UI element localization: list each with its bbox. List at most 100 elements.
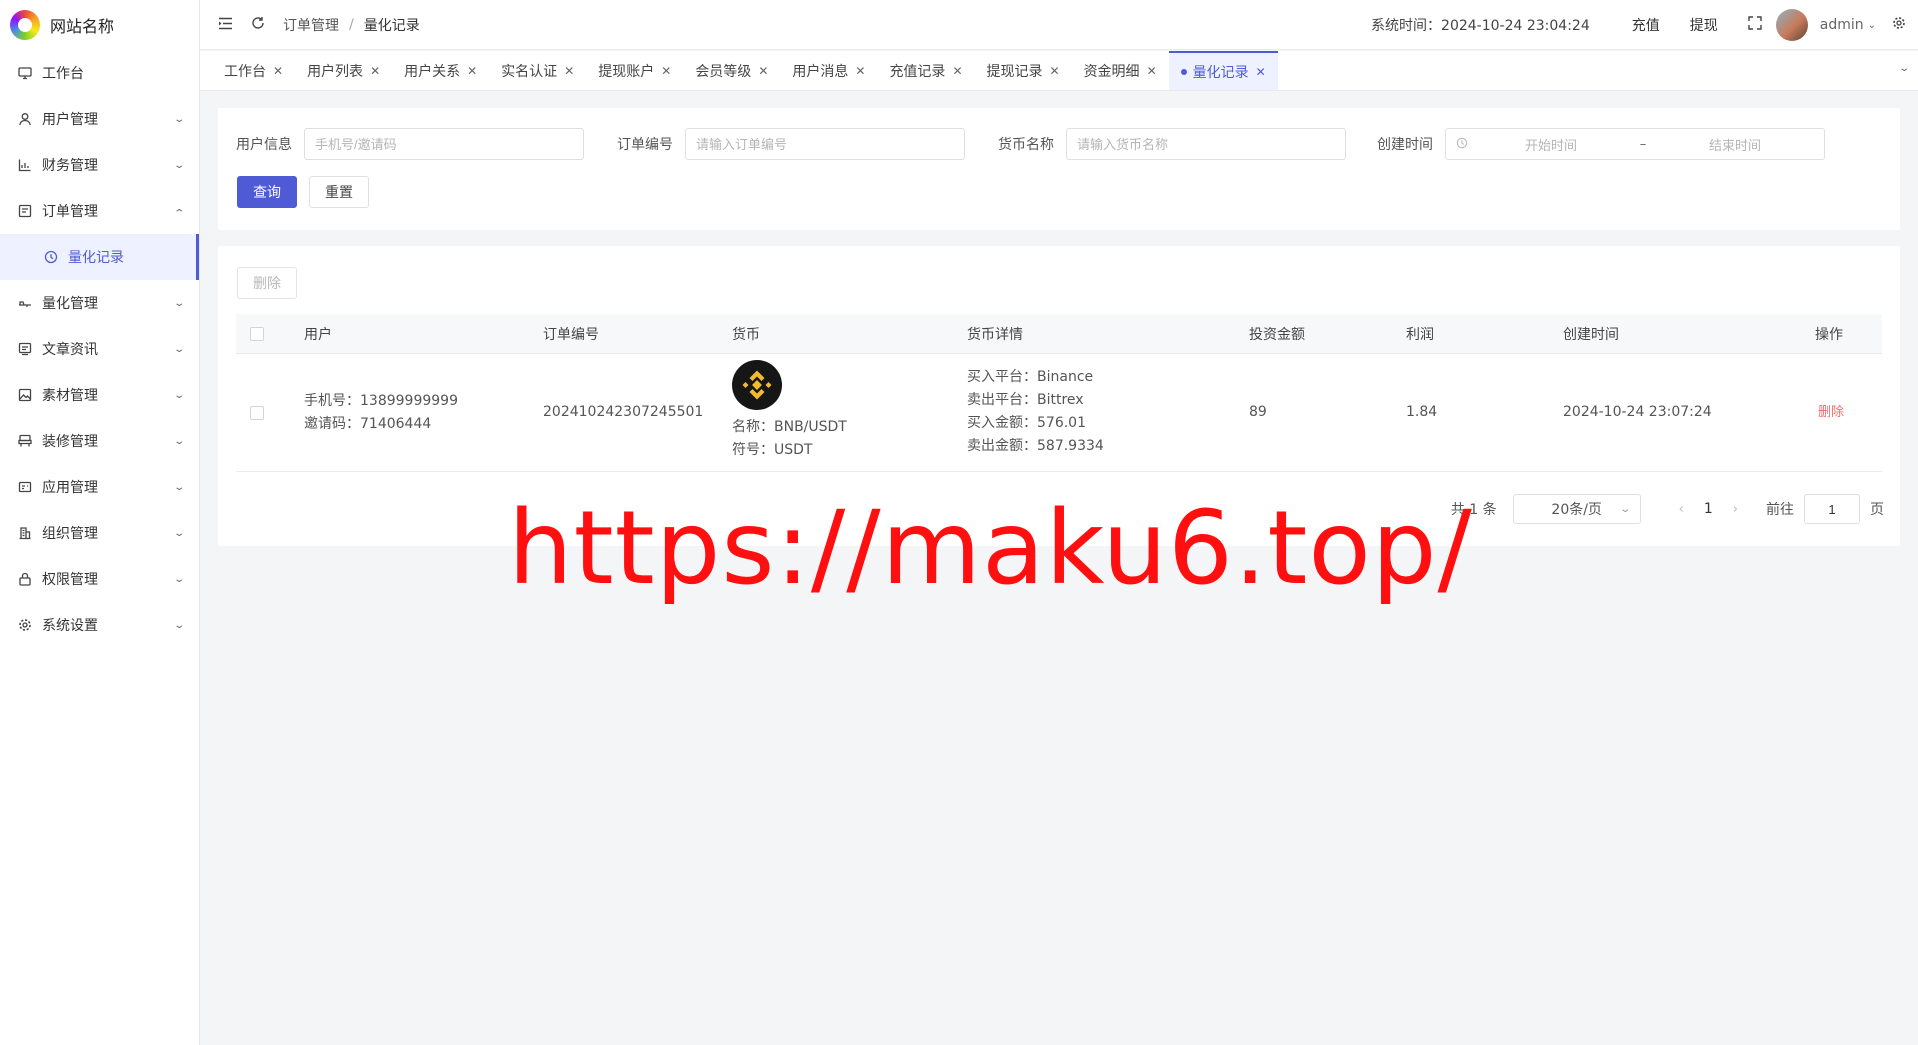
tab-user-messages[interactable]: 用户消息 ✕ [780, 51, 877, 90]
tab-withdraw-records[interactable]: 提现记录 ✕ [975, 51, 1072, 90]
select-all-checkbox[interactable] [250, 327, 264, 341]
sidebar-item-label: 素材管理 [42, 388, 98, 404]
tab-fund-details[interactable]: 资金明细 ✕ [1072, 51, 1169, 90]
row-checkbox[interactable] [250, 406, 264, 420]
tab-label: 量化记录 [1192, 64, 1249, 81]
breadcrumb-current: 量化记录 [363, 17, 420, 34]
user-name[interactable]: admin [1820, 17, 1864, 33]
next-page-icon[interactable]: › [1733, 502, 1738, 517]
jump-page-input[interactable] [1804, 494, 1860, 524]
start-time-input[interactable]: 开始时间 [1476, 135, 1626, 154]
delete-row-link[interactable]: 删除 [1818, 405, 1844, 420]
created-time-label: 创建时间 [1377, 137, 1433, 153]
chevron-down-icon: ⌄ [172, 435, 185, 447]
top-header: 订单管理 / 量化记录 系统时间：2024-10-24 23:04:24 充值 … [200, 0, 1918, 50]
col-header-profit: 利润 [1406, 327, 1434, 343]
tab-label: 用户消息 [792, 63, 849, 80]
actions-cell: 删除 [1818, 401, 1844, 424]
decor-icon [18, 434, 32, 448]
order-no-input[interactable] [685, 128, 965, 160]
page-number[interactable]: 1 [1704, 501, 1713, 517]
sidebar-item-finance[interactable]: 财务管理 ⌄ [0, 142, 199, 188]
user-info-label: 用户信息 [236, 137, 292, 153]
tab-member-levels[interactable]: 会员等级 ✕ [683, 51, 780, 90]
clock-icon [1456, 137, 1468, 152]
order-icon [18, 204, 32, 218]
chart-icon [18, 158, 32, 172]
sidebar-item-quant-management[interactable]: 量化管理 ⌄ [0, 280, 199, 326]
sidebar-item-settings[interactable]: 系统设置 ⌄ [0, 602, 199, 648]
breadcrumb-item[interactable]: 订单管理 [283, 15, 339, 35]
prev-page-icon[interactable]: ‹ [1679, 502, 1684, 517]
sidebar-item-articles[interactable]: 文章资讯 ⌄ [0, 326, 199, 372]
close-icon[interactable]: ✕ [855, 64, 865, 78]
system-time-label: 系统时间： [1371, 18, 1442, 34]
withdraw-link[interactable]: 提现 [1690, 15, 1718, 35]
tab-user-relations[interactable]: 用户关系 ✕ [392, 51, 489, 90]
batch-delete-button[interactable]: 删除 [237, 267, 297, 299]
close-icon[interactable]: ✕ [273, 64, 283, 78]
sidebar-item-organization[interactable]: 组织管理 ⌄ [0, 510, 199, 556]
tab-label: 提现账户 [598, 63, 655, 80]
sidebar-item-label: 系统设置 [42, 618, 98, 634]
page-size-select[interactable]: 20条/页 ⌄ [1512, 494, 1641, 524]
avatar[interactable] [1775, 9, 1808, 41]
sidebar-item-permissions[interactable]: 权限管理 ⌄ [0, 556, 199, 602]
gear-icon[interactable] [1892, 16, 1906, 34]
date-range-picker[interactable]: 开始时间 – 结束时间 [1445, 128, 1825, 160]
user-invite-code: 邀请码：71406444 [304, 416, 432, 432]
close-icon[interactable]: ✕ [1050, 64, 1060, 78]
chevron-down-icon[interactable]: ⌄ [1898, 63, 1910, 74]
end-time-input[interactable]: 结束时间 [1660, 135, 1810, 154]
lock-icon [18, 572, 32, 586]
close-icon[interactable]: ✕ [564, 64, 574, 78]
col-header-order-no: 订单编号 [543, 327, 599, 343]
brand[interactable]: 网站名称 [0, 0, 199, 50]
col-header-actions: 操作 [1815, 327, 1843, 343]
robot-icon [18, 296, 32, 310]
close-icon[interactable]: ✕ [952, 64, 962, 78]
app-icon [18, 480, 32, 494]
search-panel: 用户信息 订单编号 货币名称 创建时间 开始时间 – 结束时间 查询 重置 [218, 108, 1900, 230]
close-icon[interactable]: ✕ [1256, 65, 1266, 79]
logo-icon [10, 10, 40, 40]
query-button[interactable]: 查询 [237, 176, 297, 208]
user-info-input[interactable] [304, 128, 584, 160]
close-icon[interactable]: ✕ [758, 64, 768, 78]
close-icon[interactable]: ✕ [661, 64, 671, 78]
tab-quant-records[interactable]: 量化记录 ✕ [1168, 51, 1278, 90]
recharge-link[interactable]: 充值 [1632, 15, 1660, 35]
sell-platform: 卖出平台：Bittrex [967, 392, 1084, 408]
sidebar-item-workbench[interactable]: 工作台 [0, 50, 199, 96]
chevron-down-icon[interactable]: ⌄ [1868, 20, 1876, 31]
fullscreen-icon[interactable] [1748, 16, 1762, 34]
gear-icon [18, 618, 32, 632]
sidebar-item-quant-records[interactable]: 量化记录 [0, 234, 199, 280]
coin-details-cell: 买入平台：Binance 卖出平台：Bittrex 买入金额：576.01 卖出… [967, 366, 1104, 458]
row-select-cell [250, 406, 264, 420]
binance-coin-icon [732, 360, 782, 410]
tab-workbench[interactable]: 工作台 ✕ [212, 51, 295, 90]
tab-verification[interactable]: 实名认证 ✕ [489, 51, 586, 90]
coin-name-input[interactable] [1066, 128, 1346, 160]
close-icon[interactable]: ✕ [370, 64, 380, 78]
close-icon[interactable]: ✕ [1147, 64, 1157, 78]
sidebar-item-materials[interactable]: 素材管理 ⌄ [0, 372, 199, 418]
brand-name: 网站名称 [50, 17, 115, 36]
menu-fold-icon[interactable] [218, 16, 233, 34]
tab-withdraw-accounts[interactable]: 提现账户 ✕ [586, 51, 683, 90]
breadcrumb: 订单管理 / 量化记录 [283, 15, 420, 35]
watermark-url: https://maku6.top/ [508, 489, 1473, 608]
sidebar-item-users[interactable]: 用户管理 ⌄ [0, 96, 199, 142]
tab-label: 提现记录 [986, 63, 1043, 80]
buy-amount: 买入金额：576.01 [967, 415, 1086, 431]
reset-button[interactable]: 重置 [309, 176, 369, 208]
sidebar-item-apps[interactable]: 应用管理 ⌄ [0, 464, 199, 510]
tab-label: 会员等级 [695, 63, 752, 80]
tab-recharge-records[interactable]: 充值记录 ✕ [877, 51, 974, 90]
close-icon[interactable]: ✕ [467, 64, 477, 78]
tab-user-list[interactable]: 用户列表 ✕ [295, 51, 392, 90]
refresh-icon[interactable] [251, 16, 265, 34]
sidebar-item-decoration[interactable]: 装修管理 ⌄ [0, 418, 199, 464]
sidebar-item-orders[interactable]: 订单管理 ⌄ [0, 188, 199, 234]
